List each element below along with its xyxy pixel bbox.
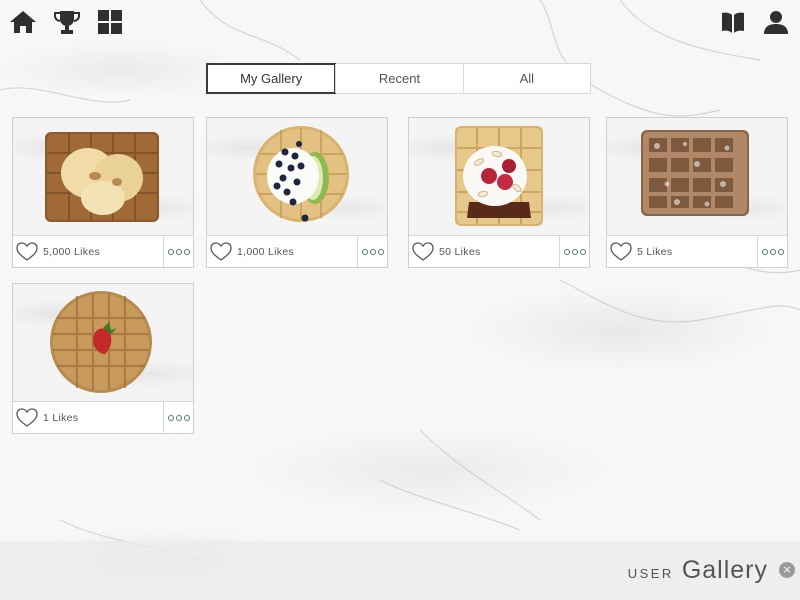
likes-count: 1 Likes [43, 411, 79, 424]
waffle-photo[interactable] [13, 284, 193, 401]
gallery-card[interactable]: 5,000 Likes [12, 117, 194, 268]
heart-icon[interactable] [610, 241, 632, 262]
user-icon[interactable] [762, 8, 790, 36]
heart-icon[interactable] [16, 241, 38, 262]
card-footer: 5 Likes [607, 235, 787, 267]
page-title-prefix: USER [627, 566, 674, 581]
page-title-main: Gallery [681, 556, 768, 584]
tab-recent[interactable]: Recent [335, 64, 462, 93]
card-footer: 50 Likes [409, 235, 589, 267]
card-footer: 1,000 Likes [207, 235, 387, 267]
card-footer: 5,000 Likes [13, 235, 193, 267]
gallery-card[interactable]: 5 Likes [606, 117, 788, 268]
gallery-card[interactable]: 1 Likes [12, 283, 194, 434]
more-options-button[interactable] [163, 236, 193, 267]
home-icon[interactable] [9, 8, 37, 36]
waffle-photo[interactable] [607, 118, 787, 235]
tab-all[interactable]: All [462, 64, 590, 93]
heart-icon[interactable] [412, 241, 434, 262]
likes-count: 5,000 Likes [43, 245, 101, 258]
heart-icon[interactable] [210, 241, 232, 262]
page-title: USER Gallery [628, 556, 768, 585]
more-options-button[interactable] [757, 236, 787, 267]
trophy-icon[interactable] [53, 8, 81, 36]
gallery-tabs: My Gallery Recent All [206, 63, 591, 94]
more-options-button[interactable] [559, 236, 589, 267]
waffle-photo[interactable] [13, 118, 193, 235]
more-options-button[interactable] [357, 236, 387, 267]
gallery-card[interactable]: 1,000 Likes [206, 117, 388, 268]
book-icon[interactable] [719, 8, 747, 36]
card-footer: 1 Likes [13, 401, 193, 433]
likes-count: 1,000 Likes [237, 245, 295, 258]
likes-count: 50 Likes [439, 245, 481, 258]
close-icon[interactable]: × [779, 562, 795, 578]
grid-icon[interactable] [96, 8, 124, 36]
likes-count: 5 Likes [637, 245, 673, 258]
gallery-card[interactable]: 50 Likes [408, 117, 590, 268]
tab-my-gallery[interactable]: My Gallery [206, 63, 337, 94]
waffle-photo[interactable] [409, 118, 589, 235]
waffle-photo[interactable] [207, 118, 387, 235]
more-options-button[interactable] [163, 402, 193, 433]
heart-icon[interactable] [16, 407, 38, 428]
